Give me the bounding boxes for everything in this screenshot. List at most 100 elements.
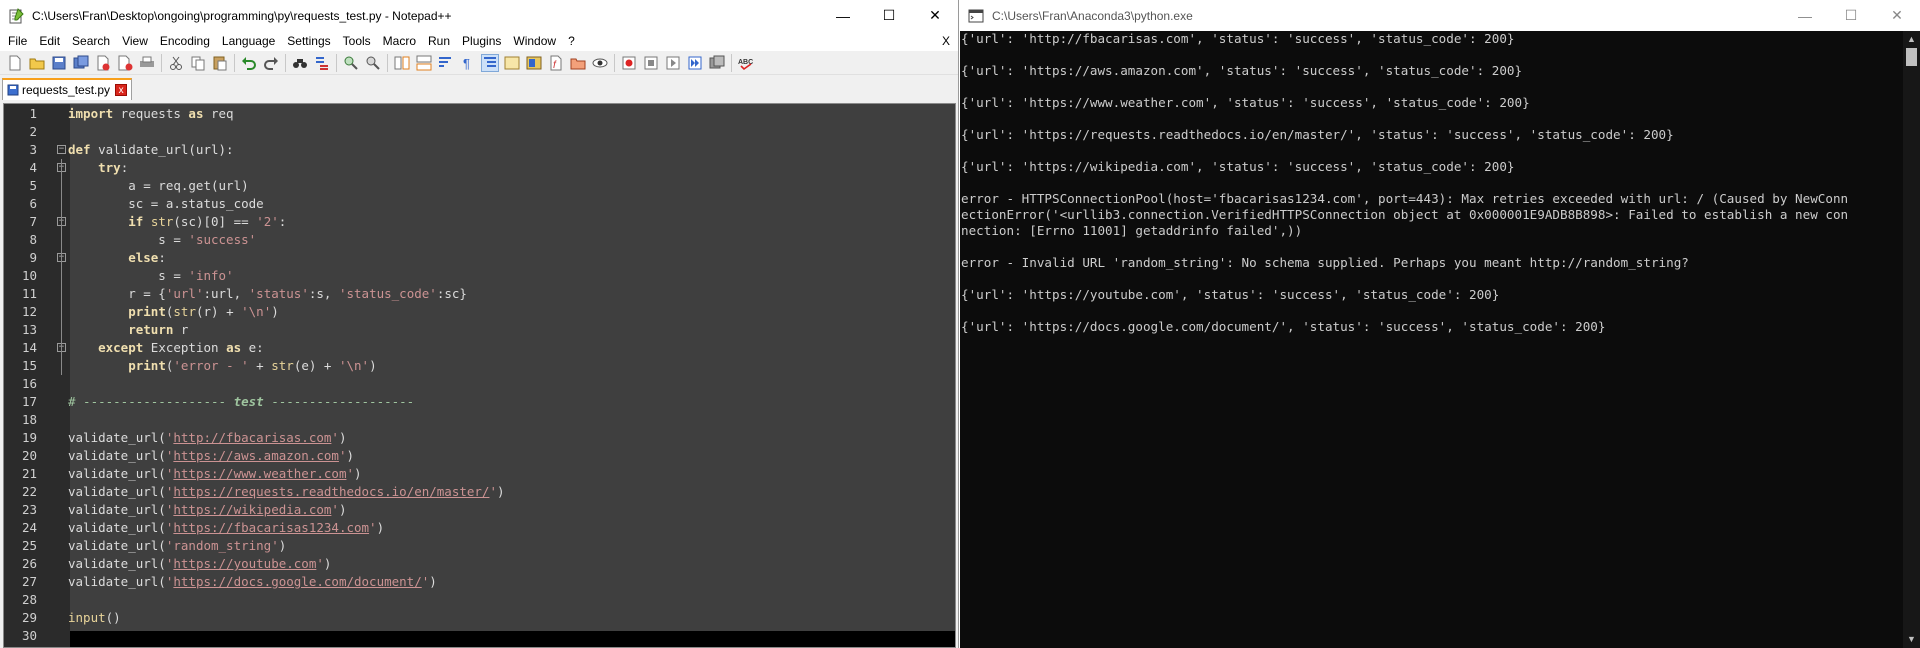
- menu-run[interactable]: Run: [422, 31, 456, 51]
- code-token: requests: [113, 106, 189, 121]
- doc-map-icon[interactable]: [525, 54, 543, 72]
- line-number: 13: [21, 322, 37, 337]
- code-line: 9− else:: [4, 249, 955, 267]
- code-token: # -------------------: [68, 394, 234, 409]
- code-token: validate_url(: [68, 502, 166, 517]
- maximize-button[interactable]: ☐: [866, 0, 912, 31]
- record-macro-icon[interactable]: [620, 54, 638, 72]
- code-text: input(): [68, 609, 121, 627]
- sync-horizontal-icon[interactable]: [415, 54, 433, 72]
- console-minimize-button[interactable]: —: [1782, 0, 1828, 31]
- code-token: r = {: [68, 286, 166, 301]
- menu-language[interactable]: Language: [216, 31, 281, 51]
- menu-search[interactable]: Search: [66, 31, 116, 51]
- menu-settings[interactable]: Settings: [281, 31, 336, 51]
- line-number: 6: [29, 196, 37, 211]
- console-line: {'url': 'https://requests.readthedocs.io…: [961, 127, 1674, 142]
- console-line: {'url': 'https://docs.google.com/documen…: [961, 319, 1606, 334]
- code-token: '\n': [241, 304, 272, 319]
- code-text: # ------------------- test -------------…: [68, 393, 414, 411]
- menu-plugins[interactable]: Plugins: [456, 31, 507, 51]
- close-document-button[interactable]: X: [934, 31, 958, 51]
- menu-help[interactable]: ?: [562, 31, 581, 51]
- cut-icon[interactable]: [167, 54, 185, 72]
- line-number: 17: [21, 394, 37, 409]
- save-icon[interactable]: [50, 54, 68, 72]
- code-text: s = 'info': [68, 267, 233, 285]
- close-all-icon[interactable]: [116, 54, 134, 72]
- save-all-icon[interactable]: [72, 54, 90, 72]
- find-icon[interactable]: [291, 54, 309, 72]
- scroll-down-icon[interactable]: ▼: [1903, 631, 1920, 648]
- function-list-icon[interactable]: f: [547, 54, 565, 72]
- monitoring-icon[interactable]: [591, 54, 609, 72]
- new-file-icon[interactable]: [6, 54, 24, 72]
- code-token: r: [173, 322, 189, 337]
- menu-window[interactable]: Window: [507, 31, 562, 51]
- code-text: try:: [68, 159, 128, 177]
- code-token: ): [338, 430, 347, 445]
- code-text: validate_url('https://docs.google.com/do…: [68, 573, 437, 591]
- stop-macro-icon[interactable]: [642, 54, 660, 72]
- tab-requests-test[interactable]: requests_test.py x: [2, 78, 133, 100]
- minimize-button[interactable]: —: [820, 0, 866, 31]
- code-line: 14− except Exception as e:: [4, 339, 955, 357]
- console-scrollbar[interactable]: ▲ ▼: [1903, 31, 1920, 648]
- code-text: import requests as req: [68, 105, 234, 123]
- folder-workspace-icon[interactable]: [569, 54, 587, 72]
- code-text: else:: [68, 249, 166, 267]
- user-language-icon[interactable]: [503, 54, 521, 72]
- undo-icon[interactable]: [240, 54, 258, 72]
- sync-vertical-icon[interactable]: [393, 54, 411, 72]
- spell-check-icon[interactable]: ABC: [737, 54, 755, 72]
- tab-close-icon[interactable]: x: [115, 84, 128, 96]
- code-text: sc = a.status_code: [68, 195, 263, 213]
- code-text: validate_url('https://fbacarisas1234.com…: [68, 519, 384, 537]
- menu-tools[interactable]: Tools: [337, 31, 377, 51]
- zoom-out-icon[interactable]: [364, 54, 382, 72]
- line-number: 12: [21, 304, 37, 319]
- run-macro-multiple-icon[interactable]: [686, 54, 704, 72]
- line-number: 5: [29, 178, 37, 193]
- fold-toggle-icon[interactable]: −: [57, 145, 66, 154]
- scroll-up-icon[interactable]: ▲: [1903, 31, 1920, 48]
- close-file-icon[interactable]: [94, 54, 112, 72]
- console-close-button[interactable]: ✕: [1874, 0, 1920, 31]
- console-line: {'url': 'https://www.weather.com', 'stat…: [961, 95, 1530, 110]
- line-number: 10: [21, 268, 37, 283]
- indent-guide-icon[interactable]: [481, 53, 499, 72]
- code-token: validate_url(: [68, 574, 166, 589]
- console-maximize-button[interactable]: ☐: [1828, 0, 1874, 31]
- save-macro-icon[interactable]: [708, 54, 726, 72]
- notepadpp-titlebar[interactable]: C:\Users\Fran\Desktop\ongoing\programmin…: [0, 0, 958, 31]
- print-icon[interactable]: [138, 54, 156, 72]
- code-text: validate_url('random_string'): [68, 537, 286, 555]
- open-file-icon[interactable]: [28, 54, 46, 72]
- code-token: test: [233, 394, 264, 409]
- menu-edit[interactable]: Edit: [33, 31, 66, 51]
- console-titlebar[interactable]: C:\Users\Fran\Anaconda3\python.exe — ☐ ✕: [960, 0, 1920, 31]
- menu-macro[interactable]: Macro: [377, 31, 422, 51]
- redo-icon[interactable]: [262, 54, 280, 72]
- window-title: C:\Users\Fran\Desktop\ongoing\programmin…: [32, 8, 452, 23]
- code-token: as: [226, 340, 242, 355]
- play-macro-icon[interactable]: [664, 54, 682, 72]
- code-token: https://aws.amazon.com: [173, 448, 339, 463]
- zoom-in-icon[interactable]: [342, 54, 360, 72]
- copy-icon[interactable]: [189, 54, 207, 72]
- word-wrap-icon[interactable]: [437, 54, 455, 72]
- code-token: https://youtube.com: [173, 556, 317, 571]
- code-token: try: [98, 160, 121, 175]
- show-all-chars-icon[interactable]: ¶: [459, 54, 477, 72]
- console-output[interactable]: {'url': 'http://fbacarisas.com', 'status…: [960, 31, 1902, 648]
- menu-view[interactable]: View: [116, 31, 154, 51]
- code-token: Exception: [143, 340, 227, 355]
- menu-file[interactable]: File: [2, 31, 33, 51]
- code-editor[interactable]: 1 import requests as req 2 3− def validate_u…: [3, 103, 956, 648]
- paste-icon[interactable]: [211, 54, 229, 72]
- menu-encoding[interactable]: Encoding: [154, 31, 216, 51]
- replace-icon[interactable]: [313, 54, 331, 72]
- scrollbar-thumb[interactable]: [1906, 48, 1917, 66]
- close-button[interactable]: ✕: [912, 0, 958, 31]
